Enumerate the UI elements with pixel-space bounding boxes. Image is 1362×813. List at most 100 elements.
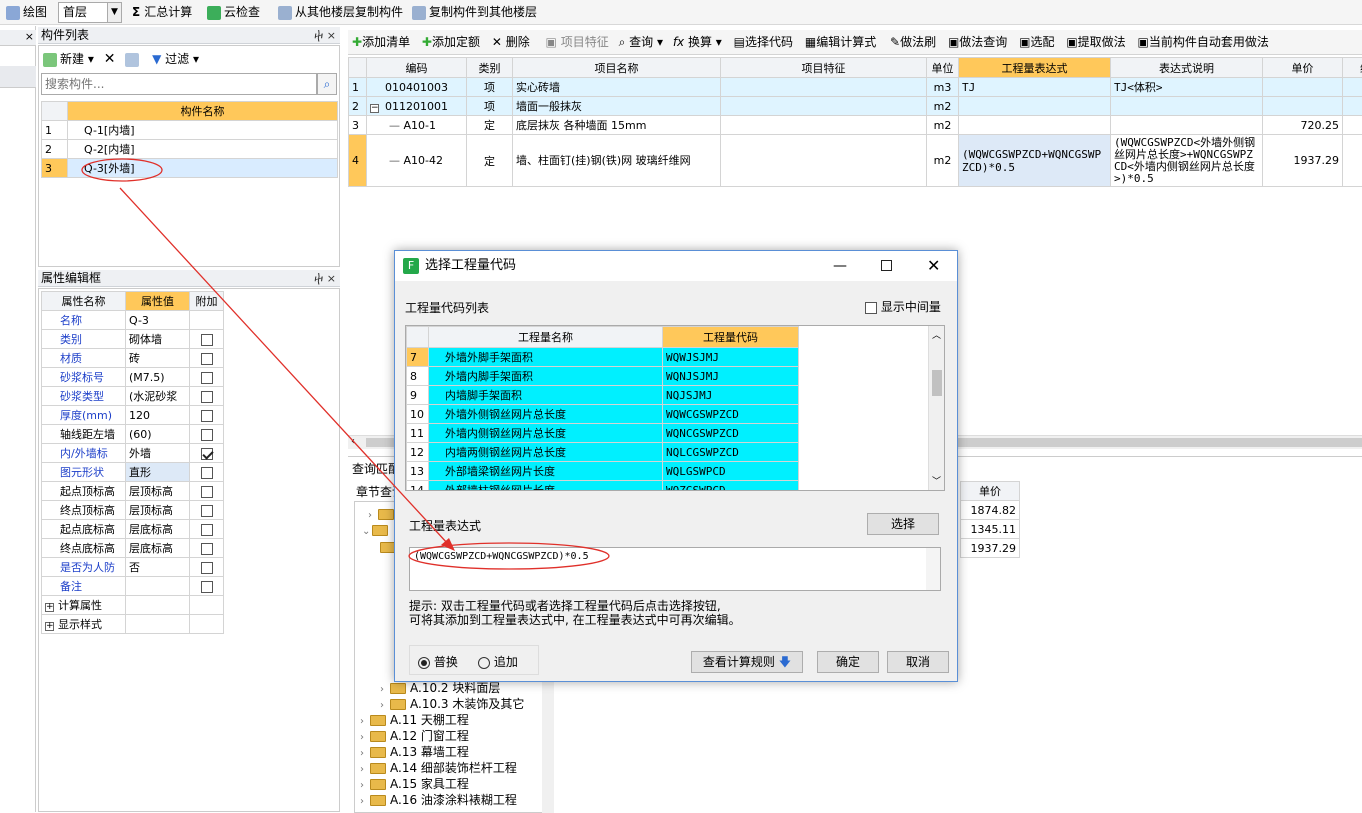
checkbox[interactable] — [201, 429, 213, 441]
checkbox[interactable] — [201, 562, 213, 574]
checkbox[interactable] — [201, 372, 213, 384]
expression-input[interactable]: (WQWCGSWPZCD+WQNCGSWPZCD)*0.5 — [409, 547, 941, 591]
copy-icon[interactable] — [125, 53, 139, 67]
tree-node[interactable]: ›A.13 幕墙工程 — [360, 744, 469, 760]
tree-node[interactable]: ›A.11 天棚工程 — [360, 712, 469, 728]
add-list-button[interactable]: ✚添加清单 — [352, 35, 410, 49]
property-row[interactable]: 砂浆标号(M7.5) — [42, 368, 224, 387]
checkbox[interactable] — [201, 486, 213, 498]
select-code-button[interactable]: ▤选择代码 — [734, 35, 793, 49]
show-mid-checkbox[interactable]: 显示中间量 — [865, 298, 941, 315]
tree-node[interactable]: ⌄ — [362, 522, 392, 538]
view-rules-button[interactable]: 查看计算规则 🡇 — [691, 651, 803, 673]
property-row[interactable]: 材质砖 — [42, 349, 224, 368]
item-feature-button[interactable]: ▣ 项目特征 — [546, 35, 609, 49]
add-quota-button[interactable]: ✚添加定额 — [422, 35, 480, 49]
code-row[interactable]: 8外墙内脚手架面积WQNJSJMJ — [407, 367, 799, 386]
tree-node[interactable]: ›A.10.2 块料面层 — [380, 680, 500, 696]
chevron-left-icon[interactable]: ‹ — [351, 436, 355, 447]
extract-button[interactable]: ▣提取做法 — [1066, 35, 1125, 49]
property-row[interactable]: 内/外墙标外墙 — [42, 444, 224, 463]
component-search-input[interactable] — [41, 73, 317, 95]
pin-icon[interactable]: ⴕ × — [314, 270, 336, 287]
property-group-row[interactable]: +计算属性 — [42, 596, 224, 615]
checkbox[interactable] — [201, 581, 213, 593]
collapse-icon[interactable]: − — [370, 104, 379, 113]
expr-scrollbar[interactable] — [926, 548, 940, 590]
select-button[interactable]: 选择 — [867, 513, 939, 535]
property-row[interactable]: 名称Q-3 — [42, 311, 224, 330]
property-row[interactable]: 类别砌体墙 — [42, 330, 224, 349]
append-radio[interactable]: 追加 — [478, 653, 518, 670]
copy-to-floor-button[interactable]: 复制构件到其他楼层 — [412, 0, 537, 25]
checkbox[interactable] — [201, 334, 213, 346]
new-button[interactable]: 新建 ▾ — [43, 52, 94, 66]
pin-icon[interactable]: ⴕ × — [314, 27, 336, 44]
match-button[interactable]: ▣选配 — [1019, 35, 1054, 49]
sum-calc-button[interactable]: Σ汇总计算 — [132, 0, 192, 25]
cloud-check-button[interactable]: 云检查 — [207, 0, 260, 25]
checkbox[interactable] — [201, 543, 213, 555]
code-row[interactable]: 10外墙外侧钢丝网片总长度WQWCGSWPZCD — [407, 405, 799, 424]
radio[interactable] — [418, 657, 430, 669]
list-scrollbar[interactable]: ︿﹀ — [928, 326, 944, 490]
property-row[interactable]: 是否为人防否 — [42, 558, 224, 577]
component-row[interactable]: 1Q-1[内墙] — [42, 121, 338, 140]
delete-button[interactable]: ✕ 删除 — [492, 35, 530, 49]
code-row[interactable]: 9内墙脚手架面积NQJSJMJ — [407, 386, 799, 405]
checkbox[interactable] — [201, 467, 213, 479]
code-row[interactable]: 7外墙外脚手架面积WQWJSJMJ — [407, 348, 799, 367]
checkbox[interactable] — [865, 302, 877, 314]
property-row[interactable]: 厚度(mm)120 — [42, 406, 224, 425]
code-row[interactable]: 13外部墙梁钢丝网片长度WQLGSWPCD — [407, 462, 799, 481]
checkbox[interactable] — [201, 353, 213, 365]
radio[interactable] — [478, 657, 490, 669]
expand-icon[interactable]: + — [45, 622, 54, 631]
tree-node[interactable]: ›A.10.3 木装饰及其它 — [380, 696, 524, 712]
cancel-button[interactable]: 取消 — [887, 651, 949, 673]
property-row[interactable]: 砂浆类型(水泥砂浆 — [42, 387, 224, 406]
checkbox[interactable] — [201, 391, 213, 403]
draw-button[interactable]: 绘图 — [6, 0, 47, 25]
component-row[interactable]: 2Q-2[内墙] — [42, 140, 338, 159]
edit-formula-button[interactable]: ▦编辑计算式 — [805, 35, 876, 49]
component-row-selected[interactable]: 3Q-3[外墙] — [42, 159, 338, 178]
tree-node[interactable]: ›A.12 门窗工程 — [360, 728, 469, 744]
quota-row[interactable]: 2 −011201001 项 墙面一般抹灰 m2 — [349, 97, 1362, 116]
maximize-icon[interactable] — [881, 260, 892, 271]
auto-apply-button[interactable]: ▣当前构件自动套用做法 — [1138, 35, 1269, 49]
code-row[interactable]: 11外墙内侧钢丝网片总长度WQNCGSWPZCD — [407, 424, 799, 443]
tree-node[interactable]: ›A.15 家具工程 — [360, 776, 469, 792]
tree-node[interactable]: ›A.16 油漆涂料裱糊工程 — [360, 792, 517, 808]
delete-icon[interactable]: ✕ — [104, 51, 116, 67]
search-icon[interactable]: ⌕ — [317, 73, 337, 95]
query-button[interactable]: ⌕ 查询 ▾ — [619, 35, 663, 49]
checkbox[interactable] — [201, 505, 213, 517]
property-row[interactable]: 备注 — [42, 577, 224, 596]
chevron-down-icon[interactable]: ﹀ — [932, 474, 941, 487]
replace-radio[interactable]: 普换 — [418, 653, 458, 670]
filter-button[interactable]: 过滤 ▾ — [165, 52, 199, 66]
tab-query-match[interactable]: 查询匹配 — [352, 460, 400, 477]
property-row[interactable]: 终点底标高层底标高 — [42, 539, 224, 558]
scroll-thumb[interactable] — [932, 370, 942, 396]
quota-row[interactable]: 1 010401003 项 实心砖墙 m3 TJ TJ<体积> — [349, 78, 1362, 97]
property-row[interactable]: 图元形状直形 — [42, 463, 224, 482]
property-row[interactable]: 起点底标高层底标高 — [42, 520, 224, 539]
property-row[interactable]: 起点顶标高层顶标高 — [42, 482, 224, 501]
chevron-up-icon[interactable]: ︿ — [932, 328, 941, 341]
ok-button[interactable]: 确定 — [817, 651, 879, 673]
method-brush-button[interactable]: ✎做法刷 — [890, 35, 936, 49]
checkbox[interactable] — [201, 448, 213, 460]
convert-button[interactable]: fx 换算 ▾ — [673, 35, 722, 49]
tree-node[interactable]: ›A.14 细部装饰栏杆工程 — [360, 760, 517, 776]
method-query-button[interactable]: ▣做法查询 — [948, 35, 1007, 49]
quota-row[interactable]: 3 — A10-1 定 底层抹灰 各种墙面 15mm m2 720.25 — [349, 116, 1362, 135]
property-group-row[interactable]: +显示样式 — [42, 615, 224, 634]
close-icon[interactable]: ✕ — [927, 251, 940, 281]
checkbox[interactable] — [201, 410, 213, 422]
close-icon[interactable]: × — [25, 30, 34, 43]
expand-icon[interactable]: + — [45, 603, 54, 612]
checkbox[interactable] — [201, 524, 213, 536]
code-row[interactable]: 12内墙两侧钢丝网片总长度NQLCGSWPZCD — [407, 443, 799, 462]
